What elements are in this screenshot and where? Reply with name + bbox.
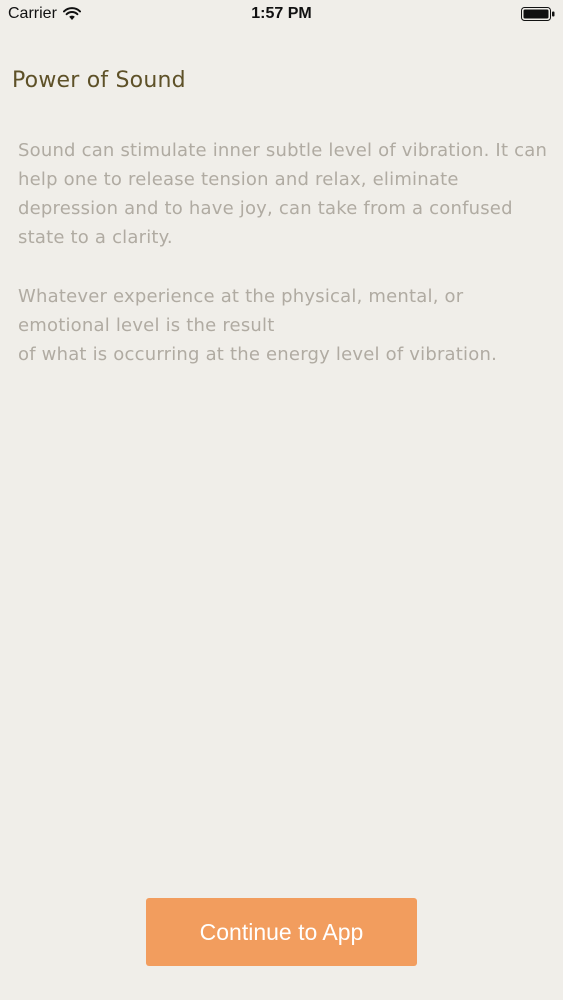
continue-to-app-button[interactable]: Continue to App <box>146 898 417 966</box>
battery-icon <box>521 7 555 21</box>
status-time: 1:57 PM <box>251 5 312 22</box>
page-title: Power of Sound <box>12 68 186 93</box>
detail-paragraph: Whatever experience at the physical, men… <box>18 286 497 365</box>
status-bar: Carrier 1:57 PM <box>0 0 563 30</box>
intro-paragraph: Sound can stimulate inner subtle level o… <box>18 140 548 248</box>
